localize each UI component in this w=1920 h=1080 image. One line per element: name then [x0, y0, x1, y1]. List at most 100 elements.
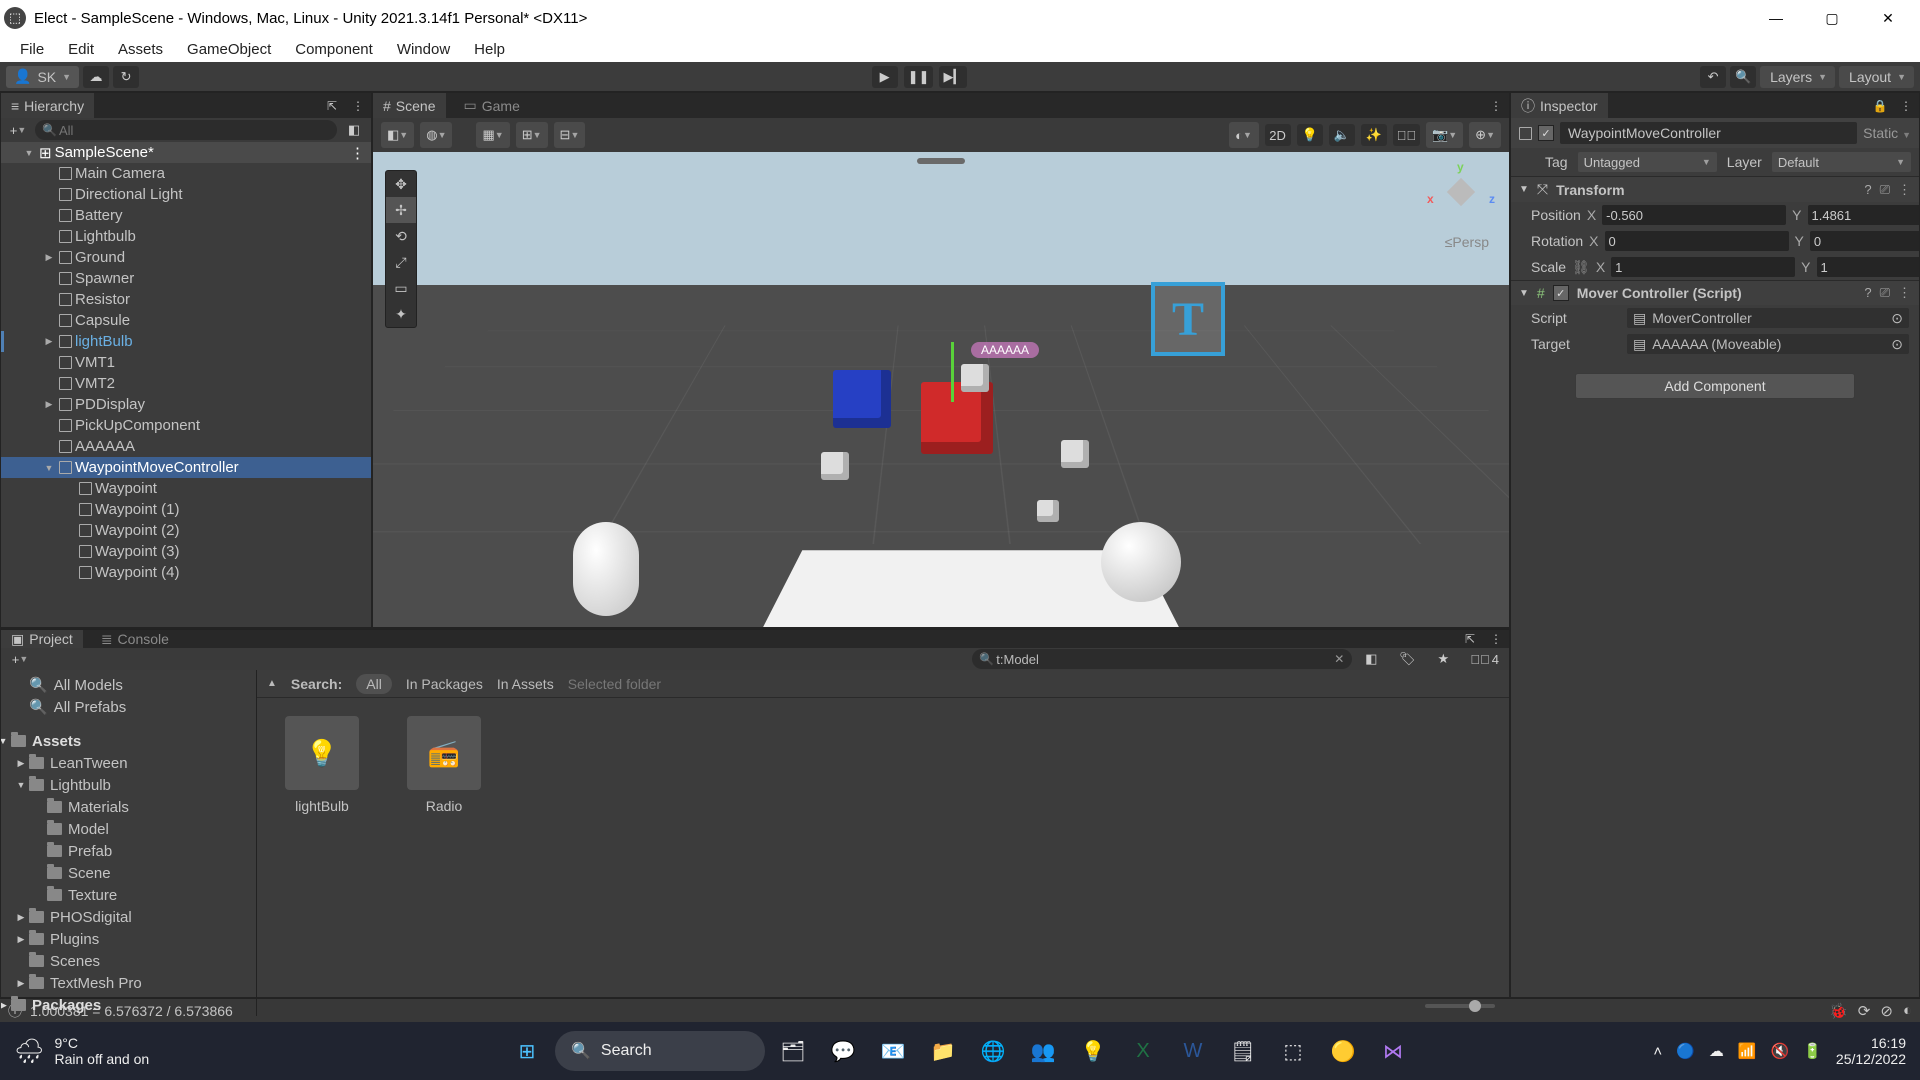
tag-dropdown[interactable]: Untagged▼ [1578, 152, 1717, 172]
help-icon[interactable]: ? [1864, 182, 1871, 198]
maximize-button[interactable]: ▢ [1804, 0, 1860, 36]
foldout-icon[interactable]: ▶ [43, 336, 55, 347]
chrome-icon[interactable]: 🟡 [1321, 1029, 1365, 1073]
foldout-icon[interactable]: ▶ [43, 399, 55, 410]
scope-in-assets[interactable]: In Assets [497, 676, 554, 692]
kebab-icon[interactable]: ⋮ [1487, 97, 1505, 115]
debug-icon[interactable]: 🐞 [1829, 1002, 1848, 1020]
shading-mode-button[interactable]: ◍▼ [422, 124, 450, 146]
hierarchy-item[interactable]: Waypoint (4) [1, 562, 371, 583]
hierarchy-tab[interactable]: ≡ Hierarchy [1, 93, 94, 118]
scene-tab[interactable]: #Scene [373, 93, 446, 118]
hierarchy-item[interactable]: AAAAAA [1, 436, 371, 457]
foldout-icon[interactable]: ▼ [1, 736, 9, 746]
rect-tool[interactable]: ▭ [386, 275, 416, 301]
project-folder[interactable]: ▶TextMesh Pro [1, 972, 256, 994]
hierarchy-item[interactable]: Waypoint [1, 478, 371, 499]
console-tab[interactable]: ≣Console [91, 630, 179, 648]
move-tool[interactable]: ✢ [386, 197, 416, 223]
play-button[interactable]: ▶ [872, 66, 898, 88]
scale-y-field[interactable] [1817, 257, 1920, 277]
move-gizmo-y[interactable] [951, 342, 954, 402]
teams-icon[interactable]: 👥 [1021, 1029, 1065, 1073]
save-search-icon[interactable]: ★ [1430, 648, 1456, 670]
hierarchy-item[interactable]: Spawner [1, 268, 371, 289]
hand-tool[interactable]: ✥ [386, 171, 416, 197]
favorite-item[interactable]: 🔍All Prefabs [1, 696, 256, 718]
project-tab[interactable]: ▣Project [1, 630, 83, 648]
project-folder[interactable]: Scenes [1, 950, 256, 972]
object-picker-icon[interactable]: ⊙ [1891, 310, 1903, 327]
hierarchy-item[interactable]: ▶PDDisplay [1, 394, 371, 415]
draw-mode-button[interactable]: ◐▼ [1231, 124, 1257, 146]
explorer-icon[interactable]: 📁 [921, 1029, 965, 1073]
kebab-icon[interactable]: ⋮ [349, 97, 367, 115]
hierarchy-item[interactable]: Lightbulb [1, 226, 371, 247]
project-folder[interactable]: Materials [1, 796, 256, 818]
overlay-drag-handle[interactable] [917, 158, 965, 164]
activity-icon[interactable]: ◐ [1903, 1002, 1912, 1020]
foldout-icon[interactable]: ▶ [1, 1000, 9, 1011]
filter-icon[interactable]: ◧ [341, 119, 367, 141]
project-folder[interactable]: ▼Assets [1, 730, 256, 752]
target-field[interactable]: ▤AAAAAA (Moveable)⊙ [1627, 334, 1909, 354]
kebab-icon[interactable]: ⋮ [1487, 630, 1505, 648]
minimize-button[interactable]: — [1748, 0, 1804, 36]
project-folder[interactable]: ▼Lightbulb [1, 774, 256, 796]
kebab-icon[interactable]: ⋮ [350, 144, 365, 162]
kebab-icon[interactable]: ⋮ [1897, 97, 1915, 115]
pause-button[interactable]: ❚❚ [904, 66, 934, 88]
project-folder[interactable]: Prefab [1, 840, 256, 862]
layers-dropdown[interactable]: Layers▼ [1760, 66, 1835, 88]
inspector-tab[interactable]: ⓘInspector [1511, 93, 1608, 118]
foldout-icon[interactable]: ▶ [43, 252, 55, 263]
project-search-input[interactable] [972, 649, 1352, 669]
kebab-icon[interactable]: ⋮ [1898, 285, 1911, 301]
autorefresh-icon[interactable]: ⟳ [1858, 1002, 1871, 1020]
mail-icon[interactable]: 📧 [871, 1029, 915, 1073]
layout-dropdown[interactable]: Layout▼ [1839, 66, 1914, 88]
edge-icon[interactable]: 🌐 [971, 1029, 1015, 1073]
foldout-icon[interactable]: ▶ [15, 934, 27, 945]
grid-button[interactable]: ▦▼ [478, 124, 507, 146]
battery-icon[interactable]: 🔋 [1803, 1042, 1822, 1060]
foldout-icon[interactable]: ▼ [1519, 184, 1529, 195]
camera-button[interactable]: 📷▼ [1428, 124, 1461, 146]
search-by-label-icon[interactable]: 🏷 [1394, 648, 1420, 670]
clear-search-icon[interactable]: ✕ [1334, 652, 1344, 666]
foldout-icon[interactable]: ▶ [15, 912, 27, 923]
hierarchy-item[interactable]: Battery [1, 205, 371, 226]
hierarchy-item[interactable]: Capsule [1, 310, 371, 331]
create-asset-dropdown[interactable]: + ▼ [7, 648, 33, 670]
preset-icon[interactable]: ⎚ [1880, 182, 1890, 198]
pivot-button[interactable]: ◧▼ [383, 124, 412, 146]
hierarchy-item[interactable]: Waypoint (3) [1, 541, 371, 562]
foldout-icon[interactable]: ▼ [15, 780, 27, 790]
foldout-icon[interactable]: ▶ [15, 978, 27, 989]
project-folder[interactable]: Scene [1, 862, 256, 884]
static-dropdown[interactable]: Static ▼ [1863, 125, 1911, 141]
menu-component[interactable]: Component [283, 38, 385, 61]
foldout-icon[interactable]: ▼ [23, 148, 35, 158]
position-y-field[interactable] [1808, 205, 1920, 225]
component-enabled-checkbox[interactable]: ✓ [1553, 285, 1569, 301]
constrain-icon[interactable]: ⛓ [1572, 259, 1590, 276]
assets-grid[interactable]: 💡lightBulb 📻Radio [257, 698, 1509, 996]
active-checkbox[interactable]: ✓ [1538, 125, 1554, 141]
project-folder[interactable]: ▶PHOSdigital [1, 906, 256, 928]
scope-in-packages[interactable]: In Packages [406, 676, 483, 692]
asset-item[interactable]: 📻Radio [397, 716, 491, 814]
project-tree[interactable]: 🔍All Models 🔍All Prefabs ▼Assets▶LeanTwe… [1, 670, 257, 1016]
taskbar-search[interactable]: 🔍Search [555, 1031, 765, 1071]
audio-toggle[interactable]: 🔈 [1329, 124, 1355, 146]
project-folder[interactable]: Model [1, 818, 256, 840]
transform-component-header[interactable]: ▼ ⤧ Transform ?⎚⋮ [1511, 176, 1919, 202]
visual-studio-icon[interactable]: ⋈ [1371, 1029, 1415, 1073]
up-arrow-icon[interactable]: ▲ [267, 678, 277, 689]
hierarchy-item[interactable]: Directional Light [1, 184, 371, 205]
hierarchy-search-input[interactable] [35, 120, 337, 140]
increment-button[interactable]: ⊟▼ [556, 124, 584, 146]
excel-icon[interactable]: X [1121, 1029, 1165, 1073]
object-picker-icon[interactable]: ⊙ [1891, 336, 1903, 353]
asset-item[interactable]: 💡lightBulb [275, 716, 369, 814]
